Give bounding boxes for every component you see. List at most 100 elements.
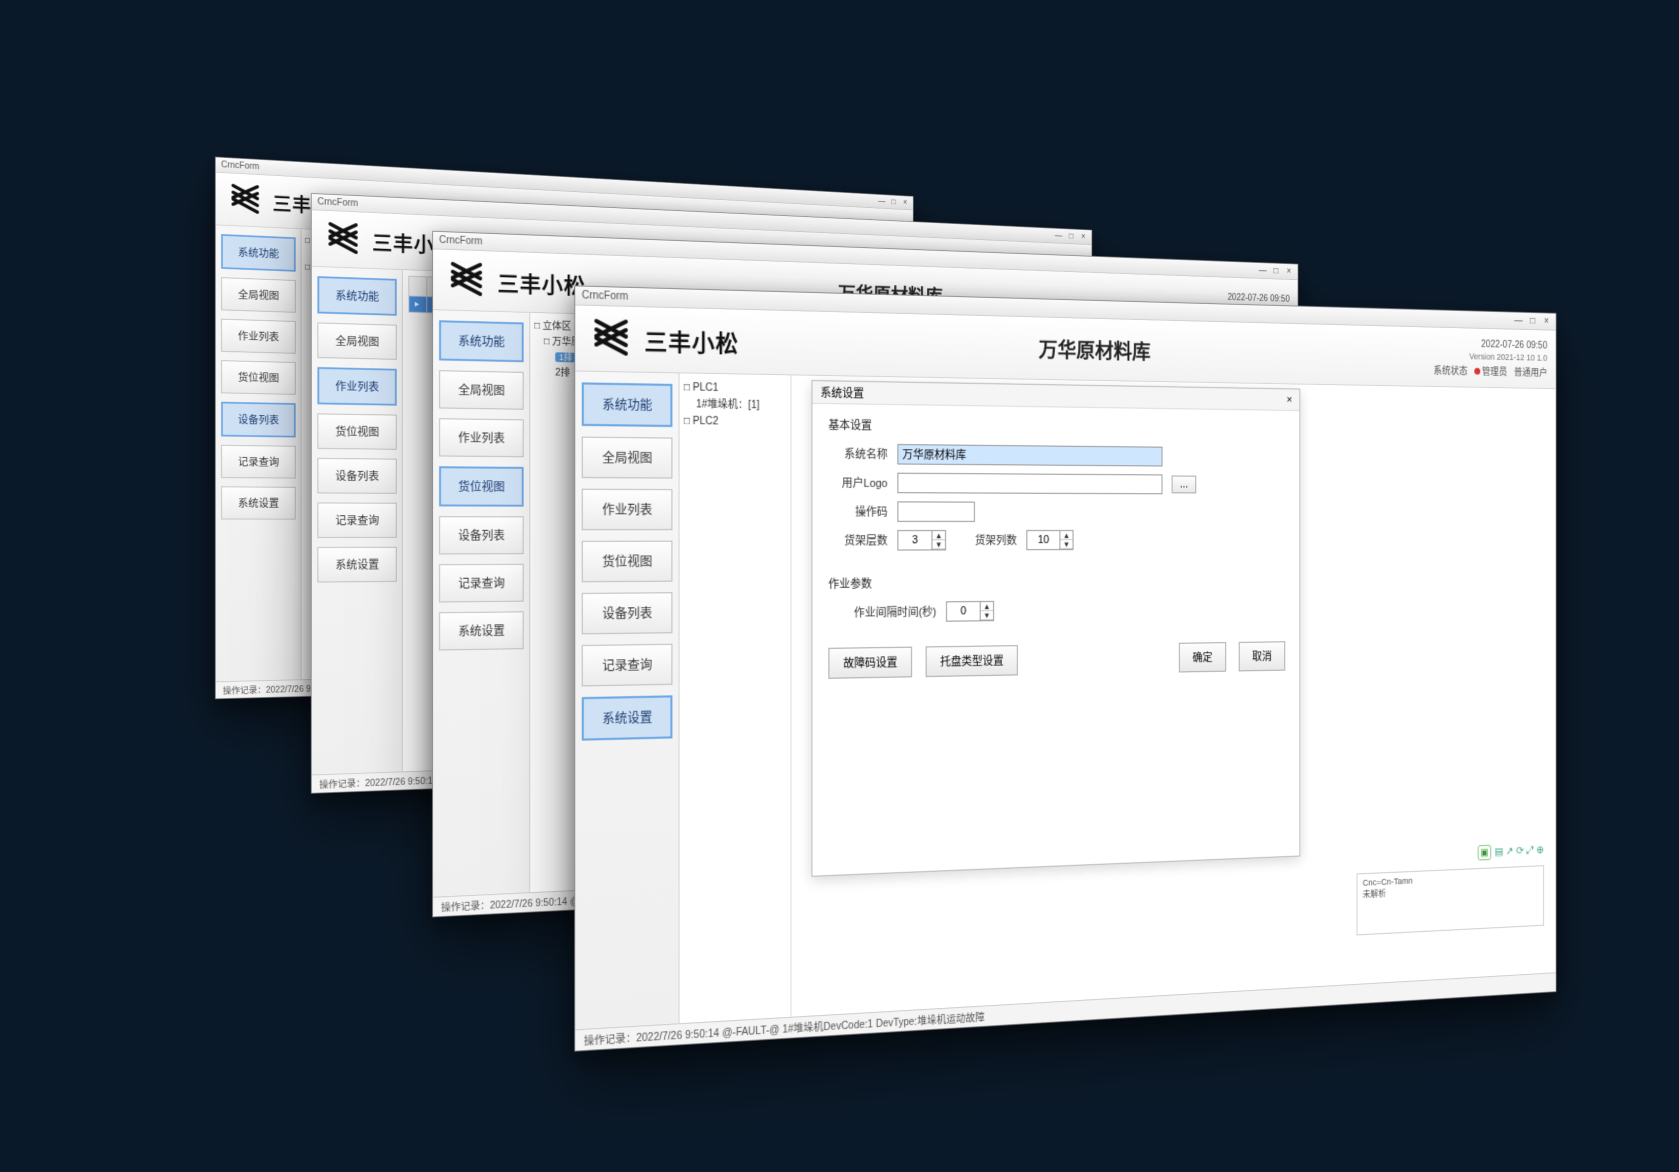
nav-device-list[interactable]: 设备列表 bbox=[582, 592, 673, 634]
chevron-up-icon[interactable]: ▴ bbox=[981, 602, 993, 611]
nav-system[interactable]: 系统功能 bbox=[439, 320, 524, 362]
action-icon[interactable]: ▣ bbox=[1478, 845, 1492, 861]
app-version: Version 2021-12 10 1.0 bbox=[1469, 351, 1547, 362]
nav-records[interactable]: 记录查询 bbox=[317, 502, 396, 537]
form-name: CrncForm bbox=[317, 197, 358, 209]
nav-records[interactable]: 记录查询 bbox=[221, 445, 296, 479]
chevron-down-icon[interactable]: ▾ bbox=[932, 540, 945, 549]
close-button[interactable]: × bbox=[1080, 232, 1087, 241]
tree-stacker-1[interactable]: 1#堆垛机：[1] bbox=[696, 399, 759, 411]
lbl-user-logo: 用户Logo bbox=[828, 474, 887, 491]
input-op-code[interactable] bbox=[897, 501, 974, 522]
spinner-job-interval[interactable]: ▴▾ bbox=[946, 601, 994, 622]
chevron-up-icon[interactable]: ▴ bbox=[932, 531, 945, 540]
logo-icon bbox=[225, 177, 266, 224]
close-button[interactable]: × bbox=[1285, 267, 1293, 277]
nav-settings[interactable]: 系统设置 bbox=[582, 695, 673, 740]
browse-logo-button[interactable]: ... bbox=[1172, 475, 1197, 493]
login-label[interactable]: 管理员 bbox=[1482, 367, 1507, 378]
nav-job-list[interactable]: 作业列表 bbox=[439, 418, 524, 457]
sidebar: 系统功能 全局视图 作业列表 货位视图 设备列表 记录查询 系统设置 bbox=[312, 267, 403, 775]
maximize-button[interactable]: □ bbox=[1528, 316, 1536, 327]
group-job-title: 作业参数 bbox=[828, 573, 1285, 592]
close-button[interactable]: × bbox=[1542, 316, 1550, 327]
nav-records[interactable]: 记录查询 bbox=[582, 644, 673, 687]
spinner-shelf-layers[interactable]: ▴▾ bbox=[897, 530, 946, 551]
nav-job-list[interactable]: 作业列表 bbox=[582, 489, 673, 530]
form-name: CrncForm bbox=[439, 235, 482, 247]
minimize-button[interactable]: — bbox=[878, 197, 885, 206]
nav-global-view[interactable]: 全局视图 bbox=[221, 277, 296, 312]
input-job-interval[interactable] bbox=[947, 602, 980, 621]
dialog-title: 系统设置 bbox=[820, 384, 864, 401]
nav-slot-view[interactable]: 货位视图 bbox=[317, 413, 396, 449]
fault-code-config-button[interactable]: 故障码设置 bbox=[828, 647, 912, 679]
cancel-button[interactable]: 取消 bbox=[1239, 641, 1285, 671]
switch-user-label[interactable]: 普通用户 bbox=[1514, 363, 1547, 378]
nav-global-view[interactable]: 全局视图 bbox=[317, 322, 396, 359]
status-label: 系统状态 bbox=[1433, 362, 1467, 377]
nav-slot-view[interactable]: 货位视图 bbox=[221, 360, 296, 395]
maximize-button[interactable]: □ bbox=[1272, 266, 1280, 276]
lbl-op-code: 操作码 bbox=[828, 503, 887, 520]
sidebar: 系统功能 全局视图 作业列表 货位视图 设备列表 记录查询 系统设置 bbox=[575, 372, 679, 1030]
nav-system[interactable]: 系统功能 bbox=[221, 234, 296, 272]
chevron-up-icon[interactable]: ▴ bbox=[1060, 531, 1072, 540]
spinner-shelf-cols[interactable]: ▴▾ bbox=[1026, 530, 1073, 550]
nav-job-list[interactable]: 作业列表 bbox=[317, 367, 396, 406]
tree-plc2[interactable]: PLC2 bbox=[693, 416, 719, 428]
brand-name: 三丰小松 bbox=[498, 266, 586, 300]
logo-icon bbox=[443, 254, 490, 307]
form-name: CrncForm bbox=[582, 290, 629, 303]
nav-device-list[interactable]: 设备列表 bbox=[439, 516, 524, 554]
ok-button[interactable]: 确定 bbox=[1179, 642, 1226, 672]
logo-icon bbox=[321, 214, 365, 264]
tray-action-icons: ▣ ▤ ↗ ⟳ ⤢ ⊕ bbox=[1478, 843, 1544, 861]
nav-settings[interactable]: 系统设置 bbox=[439, 611, 524, 650]
nav-records[interactable]: 记录查询 bbox=[439, 564, 524, 603]
nav-settings[interactable]: 系统设置 bbox=[317, 547, 396, 583]
nav-system[interactable]: 系统功能 bbox=[317, 276, 396, 316]
message-panel: Cnc=Cn-Tamn 未解析 bbox=[1357, 865, 1544, 935]
nav-device-list[interactable]: 设备列表 bbox=[317, 458, 396, 494]
chevron-down-icon[interactable]: ▾ bbox=[981, 611, 993, 620]
group-job: 作业参数 作业间隔时间(秒) ▴▾ bbox=[828, 573, 1285, 623]
app-title: 万华原材料库 bbox=[1039, 334, 1151, 365]
tray-type-config-button[interactable]: 托盘类型设置 bbox=[926, 645, 1018, 677]
minimize-button[interactable]: — bbox=[1055, 231, 1062, 240]
nav-slot-view[interactable]: 货位视图 bbox=[582, 541, 673, 583]
nav-global-view[interactable]: 全局视图 bbox=[582, 437, 673, 479]
group-basic: 基本设置 系统名称 用户Logo ... bbox=[828, 416, 1285, 550]
input-user-logo[interactable] bbox=[897, 473, 1162, 495]
header-status: 2022-07-26 09:50 Version 2021-12 10 1.0 … bbox=[1433, 338, 1547, 379]
maximize-button[interactable]: □ bbox=[890, 198, 897, 207]
maximize-button[interactable]: □ bbox=[1067, 232, 1074, 241]
nav-slot-view[interactable]: 货位视图 bbox=[439, 466, 524, 506]
nav-settings[interactable]: 系统设置 bbox=[221, 486, 296, 519]
minimize-button[interactable]: — bbox=[1259, 266, 1267, 276]
chevron-down-icon[interactable]: ▾ bbox=[1060, 540, 1072, 549]
tree-row-1[interactable]: 1排 bbox=[555, 352, 576, 362]
nav-job-list[interactable]: 作业列表 bbox=[221, 319, 296, 354]
close-button[interactable]: × bbox=[902, 198, 909, 207]
form-name: CrncForm bbox=[221, 160, 259, 171]
plc-tree[interactable]: □ PLC1 1#堆垛机：[1] □ PLC2 bbox=[680, 374, 792, 1024]
logo-icon bbox=[586, 310, 636, 367]
lbl-system-name: 系统名称 bbox=[828, 445, 887, 462]
tree-plc1[interactable]: PLC1 bbox=[693, 382, 719, 394]
action-icons-label: ▤ ↗ ⟳ ⤢ ⊕ bbox=[1495, 843, 1544, 858]
group-basic-title: 基本设置 bbox=[828, 416, 1285, 438]
tree-zone[interactable]: 立体区 bbox=[543, 321, 572, 332]
nav-system[interactable]: 系统功能 bbox=[582, 382, 673, 427]
nav-device-list[interactable]: 设备列表 bbox=[221, 402, 296, 438]
window-system-settings: CrncForm — □ × 三丰小松 万华原材料库 2022-07-26 09… bbox=[574, 285, 1556, 1051]
settings-dialog: 系统设置 × 基本设置 系统名称 用户Logo bbox=[811, 380, 1300, 877]
input-system-name[interactable] bbox=[897, 444, 1162, 466]
dialog-close-button[interactable]: × bbox=[1287, 394, 1293, 406]
minimize-button[interactable]: — bbox=[1514, 316, 1522, 327]
input-shelf-layers[interactable] bbox=[898, 531, 931, 549]
input-shelf-cols[interactable] bbox=[1027, 531, 1059, 549]
nav-global-view[interactable]: 全局视图 bbox=[439, 370, 524, 410]
header-datetime: 2022-07-26 09:50 bbox=[1228, 292, 1290, 304]
tree-row-2[interactable]: 2排 bbox=[555, 368, 570, 379]
